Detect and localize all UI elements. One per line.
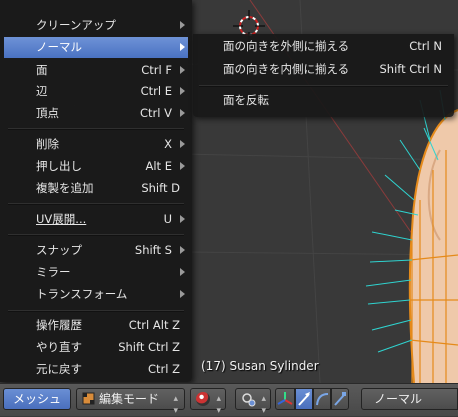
rotate-arc-icon: [316, 393, 329, 406]
menu-item-label: 削除: [36, 137, 59, 151]
menu-separator: [8, 203, 184, 205]
menu-item-shortcut: Shift Ctrl N: [379, 62, 442, 76]
menu-item-shortcut: X: [164, 137, 172, 151]
submenu-arrow-icon: [180, 109, 185, 117]
edit-mode-icon: [82, 392, 95, 405]
submenu-arrow-icon: [180, 66, 185, 74]
menu-item-recalc-outside[interactable]: 面の向きを外側に揃える Ctrl N: [197, 36, 450, 57]
normals-submenu: 面の向きを外側に揃える Ctrl N 面の向きを内側に揃える Shift Ctr…: [193, 34, 454, 117]
menu-item-extrude[interactable]: 押し出し Alt E: [4, 156, 188, 177]
submenu-arrow-icon: [180, 290, 185, 298]
menu-item-undo[interactable]: 元に戻す Ctrl Z: [4, 359, 188, 380]
mode-selector[interactable]: 編集モード ▴ ▾: [76, 388, 185, 416]
menu-item-label: 元に戻す: [36, 362, 82, 376]
menu-separator: [8, 234, 184, 236]
menu-item-vertices[interactable]: 頂点 Ctrl V: [4, 103, 188, 124]
menu-separator: [199, 85, 448, 87]
submenu-arrow-icon: [180, 43, 185, 51]
menu-item-shortcut: Shift Ctrl Z: [118, 340, 180, 354]
menu-item-uv-unwrap[interactable]: UV展開... U: [4, 209, 188, 230]
scale-manipulator-toggle[interactable]: [331, 388, 349, 410]
submenu-arrow-icon: [180, 140, 185, 148]
menu-item-duplicate[interactable]: 複製を追加 Shift D: [4, 178, 188, 199]
menu-item-label: ノーマル: [36, 40, 82, 54]
menu-item-label: 押し出し: [36, 159, 82, 173]
submenu-arrow-icon: [180, 87, 185, 95]
menu-item-redo[interactable]: やり直す Shift Ctrl Z: [4, 337, 188, 358]
submenu-arrow-icon: [180, 162, 185, 170]
pivot-point-selector[interactable]: ▴ ▾: [235, 388, 271, 416]
menu-item-label: 操作履歴: [36, 318, 82, 332]
translate-manipulator-toggle[interactable]: [295, 388, 313, 410]
menu-item-edges[interactable]: 辺 Ctrl E: [4, 81, 188, 102]
menu-item-label: 面の向きを内側に揃える: [223, 62, 350, 76]
menu-item-label: スナップ: [36, 243, 82, 257]
pivot-point-icon: [242, 393, 256, 407]
menu-item-label: 辺: [36, 84, 48, 98]
menu-item-label: 面を反転: [223, 93, 269, 107]
mode-label: 編集モード: [99, 392, 160, 406]
menu-item-label: 面: [36, 63, 48, 77]
menu-item-normals[interactable]: ノーマル: [4, 37, 188, 58]
viewport-header: メッシュ 編集モード ▴ ▾ ▴ ▾ ▴ ▾ ノーマル: [0, 383, 458, 416]
menu-item-recalc-inside[interactable]: 面の向きを内側に揃える Shift Ctrl N: [197, 59, 450, 80]
menu-item-label: UV展開...: [36, 212, 87, 226]
menu-item-transform[interactable]: トランスフォーム: [4, 284, 188, 305]
menu-item-label: 複製を追加: [36, 181, 94, 195]
menu-item-shortcut: Ctrl N: [409, 39, 442, 53]
dropdown-arrows-icon: ▴ ▾: [216, 394, 221, 416]
menu-item-flip-normals[interactable]: 面を反転: [197, 90, 450, 111]
menu-item-shortcut: Ctrl E: [140, 84, 172, 98]
menu-item-shortcut: Ctrl F: [141, 63, 172, 77]
menu-item-delete[interactable]: 削除 X: [4, 134, 188, 155]
menu-item-label: クリーンアップ: [36, 18, 116, 32]
menu-item-shortcut: Alt E: [145, 159, 173, 173]
menu-item-undo-history[interactable]: 操作履歴 Ctrl Alt Z: [4, 315, 188, 336]
manipulator-toggle[interactable]: [275, 388, 295, 410]
transform-orientation-selector[interactable]: ノーマル: [361, 388, 458, 410]
orientation-label: ノーマル: [374, 392, 423, 406]
menu-item-cleanup[interactable]: クリーンアップ: [4, 15, 188, 36]
menu-item-faces[interactable]: 面 Ctrl F: [4, 60, 188, 81]
submenu-arrow-icon: [180, 268, 185, 276]
shading-sphere-icon: [196, 392, 210, 406]
dropdown-arrows-icon: ▴ ▾: [173, 394, 178, 416]
submenu-arrow-icon: [180, 215, 185, 223]
menu-item-shortcut: Ctrl V: [140, 106, 172, 120]
mesh-menu: クリーンアップ ノーマル 面 Ctrl F 辺 Ctrl E 頂点 Ctrl V…: [0, 0, 192, 382]
mesh-menu-button[interactable]: メッシュ: [3, 388, 71, 410]
menu-item-shortcut: Ctrl Z: [148, 362, 180, 376]
menu-separator: [8, 310, 184, 312]
menu-item-label: ミラー: [36, 265, 71, 279]
menu-item-shortcut: U: [163, 212, 172, 226]
scale-icon: [334, 392, 346, 406]
dropdown-arrows-icon: ▴ ▾: [261, 394, 266, 416]
menu-item-shortcut: Shift D: [141, 181, 180, 195]
menu-separator: [8, 128, 184, 130]
menu-item-snap[interactable]: スナップ Shift S: [4, 240, 188, 261]
menu-item-label: 頂点: [36, 106, 59, 120]
menu-item-label: 面の向きを外側に揃える: [223, 39, 350, 53]
menu-item-label: トランスフォーム: [36, 287, 128, 301]
translate-arrow-icon: [298, 392, 310, 406]
menu-item-mirror[interactable]: ミラー: [4, 262, 188, 283]
menu-item-shortcut: Shift S: [134, 243, 172, 257]
submenu-arrow-icon: [180, 21, 185, 29]
manipulator-axes-icon: [277, 392, 293, 405]
submenu-arrow-icon: [180, 246, 185, 254]
menu-item-top-partial[interactable]: [4, 0, 188, 14]
viewport-shading-selector[interactable]: ▴ ▾: [190, 388, 226, 416]
menu-item-label: やり直す: [36, 340, 82, 354]
rotate-manipulator-toggle[interactable]: [313, 388, 331, 410]
menu-item-shortcut: Ctrl Alt Z: [128, 318, 180, 332]
object-info-text: (17) Susan Sylinder: [201, 359, 319, 373]
